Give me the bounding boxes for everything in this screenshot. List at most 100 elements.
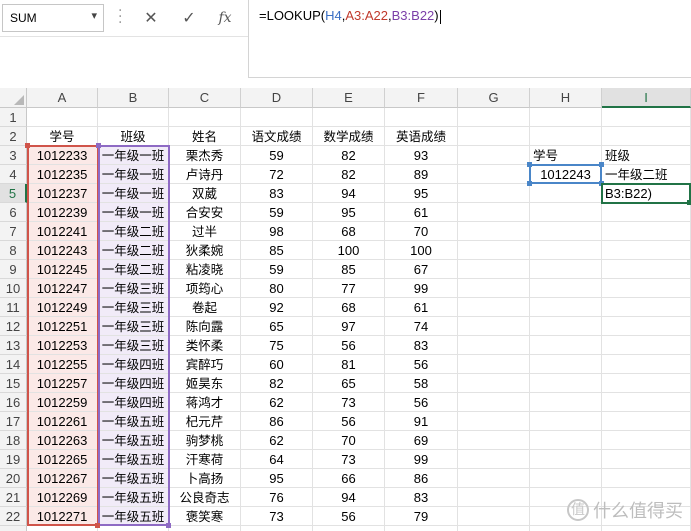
cell-c8[interactable]: 狄柔婉 xyxy=(169,241,241,260)
cell-h13[interactable] xyxy=(530,336,602,355)
cell-e10[interactable]: 77 xyxy=(313,279,385,298)
cell-b10[interactable]: 一年级三班 xyxy=(98,279,169,298)
cell-i2[interactable] xyxy=(602,127,691,146)
cell-f10[interactable]: 99 xyxy=(385,279,458,298)
cell-f23[interactable] xyxy=(385,526,458,531)
fill-handle[interactable] xyxy=(687,200,691,205)
row-header-1[interactable]: 1 xyxy=(0,108,27,127)
cell-i10[interactable] xyxy=(602,279,691,298)
cell-h3[interactable]: 学号 xyxy=(530,146,602,165)
column-header-f[interactable]: F xyxy=(385,88,458,108)
cell-i12[interactable] xyxy=(602,317,691,336)
cell-e21[interactable]: 94 xyxy=(313,488,385,507)
cell-i18[interactable] xyxy=(602,431,691,450)
column-header-h[interactable]: H xyxy=(530,88,602,108)
cell-c16[interactable]: 蒋鸿才 xyxy=(169,393,241,412)
cell-e4[interactable]: 82 xyxy=(313,165,385,184)
cell-d20[interactable]: 95 xyxy=(241,469,313,488)
cell-e17[interactable]: 56 xyxy=(313,412,385,431)
cell-f13[interactable]: 83 xyxy=(385,336,458,355)
cell-e7[interactable]: 68 xyxy=(313,222,385,241)
row-header-9[interactable]: 9 xyxy=(0,260,27,279)
cell-g6[interactable] xyxy=(458,203,530,222)
cell-a20[interactable]: 1012267 xyxy=(27,469,98,488)
cell-h1[interactable] xyxy=(530,108,602,127)
cell-a12[interactable]: 1012251 xyxy=(27,317,98,336)
cell-c4[interactable]: 卢诗丹 xyxy=(169,165,241,184)
cell-g8[interactable] xyxy=(458,241,530,260)
cell-e23[interactable] xyxy=(313,526,385,531)
range-handle-a[interactable] xyxy=(25,143,30,148)
cell-h4[interactable]: 1012243 xyxy=(530,165,602,184)
range-handle-b[interactable] xyxy=(166,523,171,528)
cell-c18[interactable]: 驹梦桃 xyxy=(169,431,241,450)
cell-f22[interactable]: 79 xyxy=(385,507,458,526)
cell-e22[interactable]: 56 xyxy=(313,507,385,526)
cell-i19[interactable] xyxy=(602,450,691,469)
cell-e5[interactable]: 94 xyxy=(313,184,385,203)
cell-g4[interactable] xyxy=(458,165,530,184)
row-header-17[interactable]: 17 xyxy=(0,412,27,431)
cell-g19[interactable] xyxy=(458,450,530,469)
cell-i1[interactable] xyxy=(602,108,691,127)
cell-c20[interactable]: 卜高扬 xyxy=(169,469,241,488)
cell-e8[interactable]: 100 xyxy=(313,241,385,260)
row-header-16[interactable]: 16 xyxy=(0,393,27,412)
cell-b2[interactable]: 班级 xyxy=(98,127,169,146)
cell-f15[interactable]: 58 xyxy=(385,374,458,393)
cell-g15[interactable] xyxy=(458,374,530,393)
cell-e3[interactable]: 82 xyxy=(313,146,385,165)
cell-i6[interactable] xyxy=(602,203,691,222)
cell-g7[interactable] xyxy=(458,222,530,241)
cell-a6[interactable]: 1012239 xyxy=(27,203,98,222)
cell-d8[interactable]: 85 xyxy=(241,241,313,260)
row-header-12[interactable]: 12 xyxy=(0,317,27,336)
column-header-d[interactable]: D xyxy=(241,88,313,108)
cell-f6[interactable]: 61 xyxy=(385,203,458,222)
cell-i7[interactable] xyxy=(602,222,691,241)
cell-c9[interactable]: 粘凌晓 xyxy=(169,260,241,279)
chevron-down-icon[interactable]: ▾ xyxy=(91,9,97,22)
cell-b19[interactable]: 一年级五班 xyxy=(98,450,169,469)
cell-a3[interactable]: 1012233 xyxy=(27,146,98,165)
cell-d17[interactable]: 86 xyxy=(241,412,313,431)
cell-a15[interactable]: 1012257 xyxy=(27,374,98,393)
cell-b16[interactable]: 一年级四班 xyxy=(98,393,169,412)
cell-b18[interactable]: 一年级五班 xyxy=(98,431,169,450)
cell-e18[interactable]: 70 xyxy=(313,431,385,450)
cell-c23[interactable] xyxy=(169,526,241,531)
cell-e14[interactable]: 81 xyxy=(313,355,385,374)
cell-b9[interactable]: 一年级二班 xyxy=(98,260,169,279)
cell-d12[interactable]: 65 xyxy=(241,317,313,336)
cell-a16[interactable]: 1012259 xyxy=(27,393,98,412)
cell-d22[interactable]: 73 xyxy=(241,507,313,526)
row-header-11[interactable]: 11 xyxy=(0,298,27,317)
cell-a8[interactable]: 1012243 xyxy=(27,241,98,260)
cell-i13[interactable] xyxy=(602,336,691,355)
cell-h19[interactable] xyxy=(530,450,602,469)
cell-b15[interactable]: 一年级四班 xyxy=(98,374,169,393)
cell-b4[interactable]: 一年级一班 xyxy=(98,165,169,184)
cell-c19[interactable]: 汗寒荷 xyxy=(169,450,241,469)
cell-h15[interactable] xyxy=(530,374,602,393)
range-handle-h[interactable] xyxy=(599,181,604,186)
cell-d5[interactable]: 83 xyxy=(241,184,313,203)
cell-g23[interactable] xyxy=(458,526,530,531)
cell-d15[interactable]: 82 xyxy=(241,374,313,393)
cell-h9[interactable] xyxy=(530,260,602,279)
cell-i14[interactable] xyxy=(602,355,691,374)
cell-h5[interactable] xyxy=(530,184,602,203)
formula-input[interactable]: =LOOKUP(H4,A3:A22,B3:B22) xyxy=(248,0,691,78)
insert-function-button[interactable]: fx xyxy=(210,4,240,32)
cell-a11[interactable]: 1012249 xyxy=(27,298,98,317)
cell-i4[interactable]: 一年级二班 xyxy=(602,165,691,184)
row-header-19[interactable]: 19 xyxy=(0,450,27,469)
cell-h12[interactable] xyxy=(530,317,602,336)
cell-b12[interactable]: 一年级三班 xyxy=(98,317,169,336)
cell-g1[interactable] xyxy=(458,108,530,127)
cell-c3[interactable]: 栗杰秀 xyxy=(169,146,241,165)
cell-a4[interactable]: 1012235 xyxy=(27,165,98,184)
cell-a23[interactable] xyxy=(27,526,98,531)
cell-c2[interactable]: 姓名 xyxy=(169,127,241,146)
cell-b5[interactable]: 一年级一班 xyxy=(98,184,169,203)
